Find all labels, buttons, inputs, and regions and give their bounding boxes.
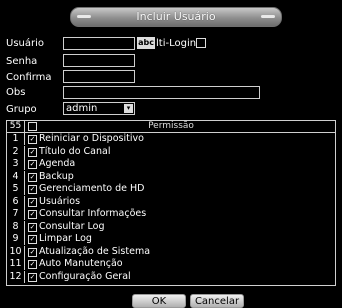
permission-label: Atualização de Sistema bbox=[39, 245, 151, 257]
permission-number: 5 bbox=[7, 183, 25, 195]
permission-number: 8 bbox=[7, 220, 25, 233]
permission-checkbox[interactable]: ✓ bbox=[28, 272, 37, 282]
permission-label: Reiniciar o Dispositivo bbox=[39, 133, 144, 144]
permission-number: 9 bbox=[7, 233, 25, 245]
permission-number: 1 bbox=[7, 133, 25, 145]
dialog-title: Incluir Usuário bbox=[70, 7, 282, 27]
permission-row[interactable]: 2 ✓ Título do Canal bbox=[7, 145, 335, 158]
permission-number: 10 bbox=[7, 245, 25, 258]
permission-row[interactable]: 4 ✓ Backup bbox=[7, 170, 335, 183]
permission-number: 4 bbox=[7, 170, 25, 183]
ok-button[interactable]: OK bbox=[132, 294, 186, 308]
permission-label: Consultar Log bbox=[39, 220, 105, 232]
obs-label: Obs bbox=[6, 87, 26, 98]
keyboard-toggle-button[interactable]: abc bbox=[137, 37, 155, 49]
senha-label: Senha bbox=[6, 56, 38, 67]
permission-number: 12 bbox=[7, 270, 25, 283]
confirma-label: Confirma bbox=[6, 72, 52, 83]
permission-number: 7 bbox=[7, 208, 25, 220]
permission-number: 3 bbox=[7, 158, 25, 170]
permission-label: Usuários bbox=[39, 195, 81, 207]
permission-checkbox[interactable]: ✓ bbox=[28, 210, 37, 219]
permission-checkbox[interactable]: ✓ bbox=[28, 222, 37, 232]
permission-row[interactable]: 11 ✓ Auto Manutenção bbox=[7, 258, 335, 270]
permission-checkbox[interactable]: ✓ bbox=[28, 247, 37, 257]
permission-list: Permissão 55 1 ✓ Reiniciar o Dispositivo 2 ✓… bbox=[6, 120, 336, 286]
permission-label: Limpar Log bbox=[39, 233, 92, 244]
usuario-label: Usuário bbox=[6, 38, 45, 49]
permission-checkbox[interactable]: ✓ bbox=[28, 235, 37, 244]
permission-label: Auto Manutenção bbox=[39, 258, 123, 269]
permission-checkbox[interactable]: ✓ bbox=[28, 260, 37, 269]
grupo-select[interactable]: admin ▾ bbox=[63, 102, 135, 115]
permission-row[interactable]: 1 ✓ Reiniciar o Dispositivo bbox=[7, 133, 335, 145]
senha-input[interactable] bbox=[63, 54, 135, 67]
permission-checkbox[interactable]: ✓ bbox=[28, 197, 37, 207]
chevron-down-icon: ▾ bbox=[124, 104, 133, 113]
permission-number: 6 bbox=[7, 195, 25, 208]
usuario-input[interactable] bbox=[63, 37, 135, 50]
multi-login-label: lti-Login bbox=[156, 38, 197, 49]
permission-row[interactable]: 5 ✓ Gerenciamento de HD bbox=[7, 183, 335, 195]
permission-label: Gerenciamento de HD bbox=[39, 183, 145, 194]
permission-row[interactable]: 8 ✓ Consultar Log bbox=[7, 220, 335, 233]
permission-row[interactable]: 3 ✓ Agenda bbox=[7, 158, 335, 170]
permission-row[interactable]: 10 ✓ Atualização de Sistema bbox=[7, 245, 335, 258]
permission-header-label: Permissão bbox=[148, 121, 194, 131]
cancel-button[interactable]: Cancelar bbox=[190, 294, 244, 308]
permission-row[interactable]: 6 ✓ Usuários bbox=[7, 195, 335, 208]
permission-row[interactable]: 12 ✓ Configuração Geral bbox=[7, 270, 335, 283]
permission-row[interactable]: 9 ✓ Limpar Log bbox=[7, 233, 335, 245]
permission-row[interactable]: 7 ✓ Consultar Informações bbox=[7, 208, 335, 220]
permission-checkbox[interactable]: ✓ bbox=[28, 135, 37, 144]
permission-checkbox[interactable]: ✓ bbox=[28, 160, 37, 169]
add-user-dialog: Incluir Usuário Usuário abc lti-Login Se… bbox=[0, 0, 342, 308]
grupo-value: admin bbox=[66, 103, 98, 114]
select-all-checkbox[interactable] bbox=[28, 122, 37, 131]
permission-number: 2 bbox=[7, 145, 25, 158]
obs-input[interactable] bbox=[63, 86, 260, 99]
permission-label: Consultar Informações bbox=[39, 208, 147, 219]
permission-label: Agenda bbox=[39, 158, 76, 169]
permission-label: Configuração Geral bbox=[39, 270, 131, 282]
confirma-input[interactable] bbox=[63, 70, 135, 83]
permission-checkbox[interactable]: ✓ bbox=[28, 147, 37, 157]
permission-header: Permissão 55 bbox=[7, 121, 335, 133]
permission-label: Título do Canal bbox=[39, 145, 111, 157]
multi-login-checkbox[interactable] bbox=[196, 38, 206, 48]
permission-checkbox[interactable]: ✓ bbox=[28, 185, 37, 194]
grupo-label: Grupo bbox=[6, 104, 37, 115]
permission-label: Backup bbox=[39, 170, 74, 182]
permission-checkbox[interactable]: ✓ bbox=[28, 172, 37, 182]
permission-number: 11 bbox=[7, 258, 25, 270]
permission-count: 55 bbox=[7, 121, 25, 132]
